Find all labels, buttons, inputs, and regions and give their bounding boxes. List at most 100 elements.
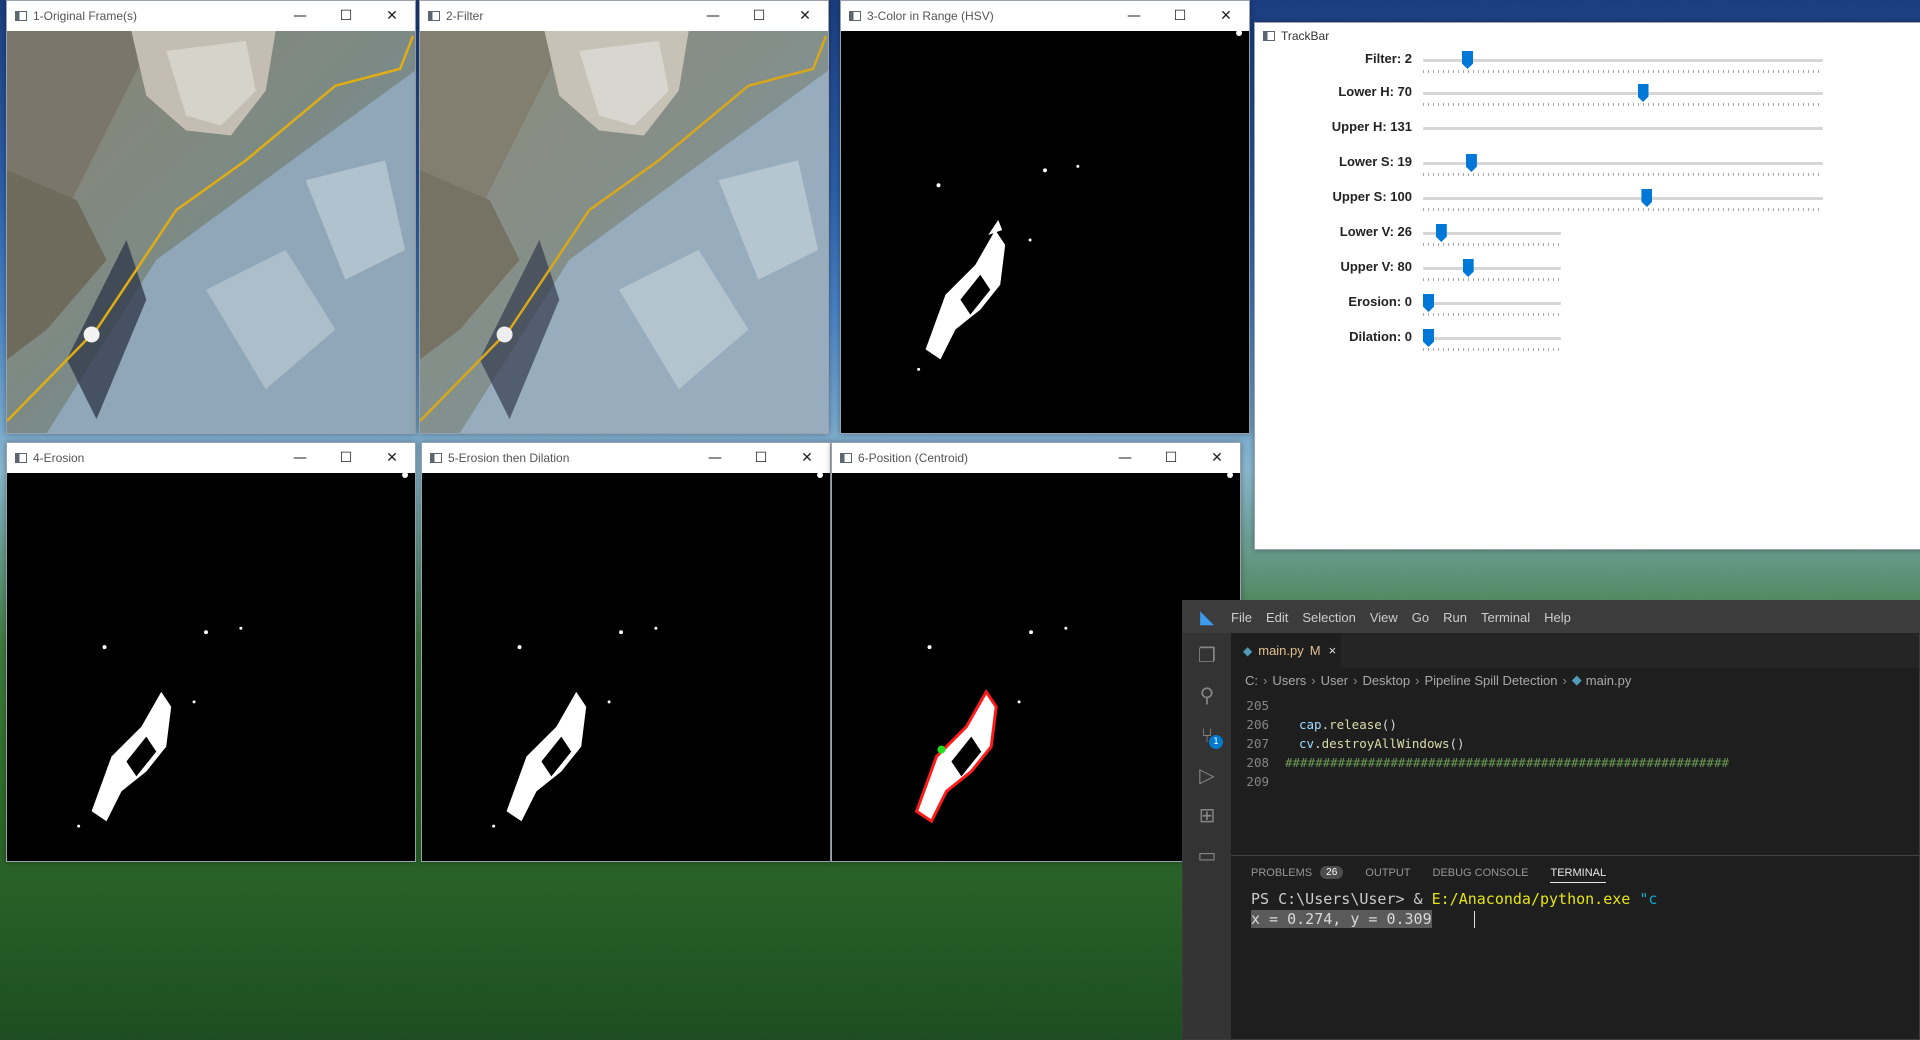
dilated-frame (422, 473, 830, 861)
breadcrumb-item[interactable]: main.py (1586, 673, 1632, 688)
minimize-button[interactable]: — (277, 443, 323, 473)
extensions-icon[interactable]: ⊞ (1195, 803, 1219, 827)
slider-track[interactable] (1423, 127, 1823, 130)
close-button[interactable]: ✕ (1194, 443, 1240, 473)
slider-track[interactable] (1423, 267, 1561, 270)
slider-thumb[interactable] (1423, 294, 1434, 312)
activity-bar: ❐ ⚲ ⑂ 1 ▷ ⊞ ▭ (1183, 633, 1231, 1039)
slider-dilation[interactable]: Dilation: 0 (1255, 327, 1655, 370)
slider-thumb[interactable] (1435, 224, 1447, 242)
window-color-in-range[interactable]: 3-Color in Range (HSV) — ☐ ✕ (840, 0, 1250, 434)
title-bar[interactable]: TrackBar (1255, 23, 1920, 49)
code-token: cap (1299, 717, 1322, 732)
window-position-centroid[interactable]: 6-Position (Centroid) — ☐ ✕ (831, 442, 1241, 862)
menu-selection[interactable]: Selection (1302, 610, 1355, 625)
title-bar[interactable]: 3-Color in Range (HSV) — ☐ ✕ (841, 1, 1249, 31)
title-bar[interactable]: 5-Erosion then Dilation — ☐ ✕ (422, 443, 830, 473)
window-erosion-dilation[interactable]: 5-Erosion then Dilation — ☐ ✕ (421, 442, 831, 862)
slider-thumb[interactable] (1423, 329, 1434, 347)
window-vscode[interactable]: ◣ File Edit Selection View Go Run Termin… (1182, 600, 1920, 1040)
minimize-button[interactable]: — (692, 443, 738, 473)
slider-track[interactable] (1423, 59, 1823, 62)
maximize-button[interactable]: ☐ (736, 1, 782, 31)
slider-track[interactable] (1423, 92, 1823, 95)
terminal[interactable]: PS C:\Users\User> & E:/Anaconda/python.e… (1231, 889, 1919, 1039)
app-icon (1263, 31, 1275, 41)
slider-thumb[interactable] (1462, 51, 1473, 69)
video-frame-filtered (420, 31, 828, 433)
menu-view[interactable]: View (1370, 610, 1398, 625)
run-debug-icon[interactable]: ▷ (1195, 763, 1219, 787)
editor-area: ◆ main.py M × C: › Users › User › Desktop › … (1231, 633, 1919, 1039)
slider-track[interactable] (1423, 302, 1561, 305)
slider-thumb[interactable] (1637, 84, 1649, 102)
slider-thumb[interactable] (1462, 259, 1474, 277)
minimize-button[interactable]: — (690, 1, 736, 31)
terminal-cursor (1473, 911, 1475, 928)
breadcrumb-item[interactable]: Desktop (1362, 673, 1410, 688)
menu-file[interactable]: File (1231, 610, 1252, 625)
explorer-icon[interactable]: ❐ (1195, 643, 1219, 667)
breadcrumb-item[interactable]: Users (1272, 673, 1306, 688)
close-button[interactable]: ✕ (1203, 1, 1249, 31)
breadcrumb-item[interactable]: Pipeline Spill Detection (1424, 673, 1557, 688)
close-button[interactable]: ✕ (369, 1, 415, 31)
search-icon[interactable]: ⚲ (1195, 683, 1219, 707)
minimize-button[interactable]: — (1102, 443, 1148, 473)
slider-ticks (1423, 173, 1823, 176)
window-filter[interactable]: 2-Filter — ☐ ✕ (419, 0, 829, 434)
slider-label: Lower H: 70 (1338, 84, 1412, 99)
title-bar[interactable]: 1-Original Frame(s) — ☐ ✕ (7, 1, 415, 31)
breadcrumb-item[interactable]: User (1321, 673, 1348, 688)
menu-go[interactable]: Go (1412, 610, 1429, 625)
slider-track[interactable] (1423, 162, 1823, 165)
window-title: 5-Erosion then Dilation (448, 451, 570, 465)
minimize-button[interactable]: — (1111, 1, 1157, 31)
source-control-icon[interactable]: ⑂ 1 (1195, 723, 1223, 749)
slider-track[interactable] (1423, 197, 1823, 200)
close-button[interactable]: ✕ (782, 1, 828, 31)
app-icon (15, 453, 27, 463)
breadcrumb-item[interactable]: C: (1245, 673, 1258, 688)
code-token: () (1449, 736, 1465, 751)
maximize-button[interactable]: ☐ (738, 443, 784, 473)
terminal-command-line: PS C:\Users\User> & E:/Anaconda/python.e… (1251, 889, 1919, 909)
line-number: 206 (1246, 717, 1269, 732)
tab-problems[interactable]: PROBLEMS 26 (1251, 866, 1344, 879)
code-editor[interactable]: 205 206 cap.release() 207 cv.destroyAllWin… (1231, 692, 1919, 795)
tab-main-py[interactable]: ◆ main.py M × (1231, 633, 1341, 668)
modified-indicator: M (1309, 643, 1321, 658)
centroid-marker (937, 745, 946, 754)
slider-thumb[interactable] (1465, 154, 1477, 172)
title-bar[interactable]: 6-Position (Centroid) — ☐ ✕ (832, 443, 1240, 473)
close-tab-icon[interactable]: × (1329, 643, 1337, 658)
window-trackbar[interactable]: TrackBar Filter: 2 Lower H: 70 Upper H: … (1254, 22, 1920, 550)
window-title: 1-Original Frame(s) (33, 9, 138, 23)
maximize-button[interactable]: ☐ (323, 443, 369, 473)
menu-edit[interactable]: Edit (1266, 610, 1288, 625)
slider-track[interactable] (1423, 337, 1561, 340)
slider-thumb[interactable] (1641, 189, 1653, 207)
tab-debug-console[interactable]: DEBUG CONSOLE (1433, 867, 1529, 879)
menu-terminal[interactable]: Terminal (1481, 610, 1530, 625)
maximize-button[interactable]: ☐ (1148, 443, 1194, 473)
minimize-button[interactable]: — (277, 1, 323, 31)
menu-run[interactable]: Run (1443, 610, 1467, 625)
title-bar[interactable]: 2-Filter — ☐ ✕ (420, 1, 828, 31)
maximize-button[interactable]: ☐ (323, 1, 369, 31)
close-button[interactable]: ✕ (369, 443, 415, 473)
window-erosion[interactable]: 4-Erosion — ☐ ✕ (6, 442, 416, 862)
close-button[interactable]: ✕ (784, 443, 830, 473)
centroid-frame (832, 473, 1240, 861)
maximize-button[interactable]: ☐ (1157, 1, 1203, 31)
tab-terminal[interactable]: TERMINAL (1550, 867, 1607, 883)
app-icon (849, 11, 861, 21)
title-bar[interactable]: 4-Erosion — ☐ ✕ (7, 443, 415, 473)
window-original-frame[interactable]: 1-Original Frame(s) — ☐ ✕ (6, 0, 416, 434)
tab-output[interactable]: OUTPUT (1365, 867, 1410, 879)
remote-icon[interactable]: ▭ (1195, 843, 1219, 867)
slider-label: Filter: 2 (1365, 51, 1412, 66)
editor-tabs: ◆ main.py M × (1231, 633, 1919, 668)
menu-bar: ◣ File Edit Selection View Go Run Termin… (1183, 601, 1919, 633)
menu-help[interactable]: Help (1544, 610, 1571, 625)
